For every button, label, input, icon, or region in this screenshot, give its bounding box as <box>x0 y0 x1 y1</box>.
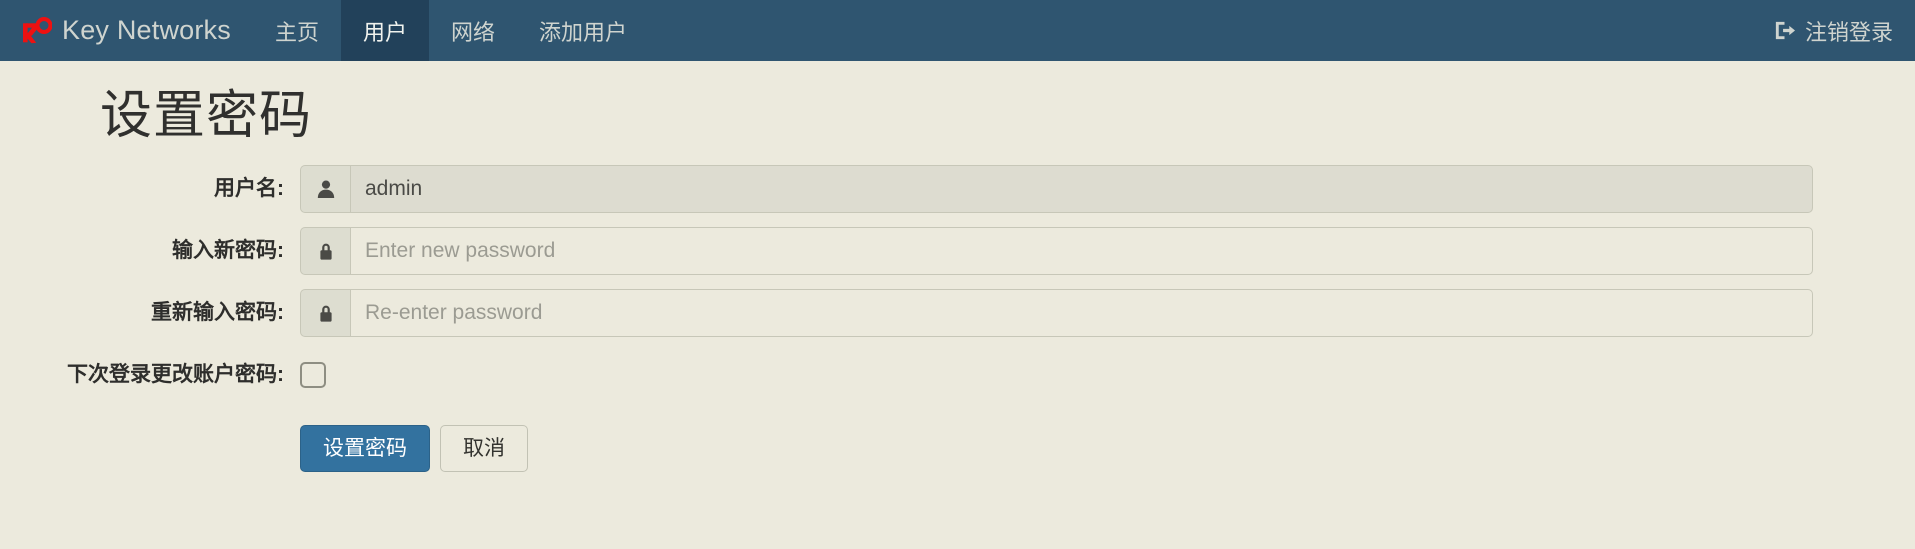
form-row-new-password: 输入新密码: <box>0 226 1915 275</box>
lock-icon <box>300 288 350 337</box>
nav-item-users[interactable]: 用户 <box>340 0 429 61</box>
page-content: 设置密码 用户名: 输入新密码: <box>0 61 1915 472</box>
actions-control: 设置密码 取消 <box>300 413 1915 472</box>
logout-label: 注销登录 <box>1804 19 1893 45</box>
nav-item-network[interactable]: 网络 <box>429 0 517 61</box>
change-next-login-control <box>300 351 1915 388</box>
confirm-password-control <box>300 288 1915 337</box>
set-password-button[interactable]: 设置密码 <box>300 424 430 472</box>
key-logo-icon <box>18 16 52 45</box>
form-row-actions: 设置密码 取消 <box>0 413 1915 472</box>
username-input[interactable] <box>350 164 1813 213</box>
confirm-password-input-group <box>300 288 1813 337</box>
nav-items: 主页 用户 网络 添加用户 <box>253 0 649 61</box>
brand-link[interactable]: Key Networks <box>0 0 253 61</box>
user-icon <box>300 164 350 213</box>
cancel-button[interactable]: 取消 <box>440 424 528 472</box>
form-row-username: 用户名: <box>0 164 1915 213</box>
username-control <box>300 164 1915 213</box>
set-password-form: 用户名: 输入新密码: <box>0 164 1915 472</box>
button-row: 设置密码 取消 <box>300 413 1813 472</box>
confirm-password-label: 重新输入密码: <box>151 300 284 324</box>
change-next-login-label: 下次登录更改账户密码: <box>67 362 284 386</box>
change-next-login-checkbox[interactable] <box>300 361 326 388</box>
lock-icon <box>300 226 350 275</box>
username-label: 用户名: <box>214 176 284 200</box>
new-password-control <box>300 226 1915 275</box>
page-title: 设置密码 <box>100 87 313 145</box>
form-row-confirm-password: 重新输入密码: <box>0 288 1915 337</box>
new-password-input-group <box>300 226 1813 275</box>
sign-out-icon <box>1773 19 1796 42</box>
form-row-change-next-login: 下次登录更改账户密码: <box>0 351 1915 399</box>
navbar-right: 注销登录 <box>1773 0 1915 61</box>
confirm-password-input[interactable] <box>350 288 1813 337</box>
new-password-input[interactable] <box>350 226 1813 275</box>
brand-label: Key Networks <box>62 15 231 45</box>
nav-item-add-user[interactable]: 添加用户 <box>517 0 649 61</box>
username-input-group <box>300 164 1813 213</box>
nav-item-home[interactable]: 主页 <box>253 0 341 61</box>
new-password-label: 输入新密码: <box>172 238 284 262</box>
top-navbar: Key Networks 主页 用户 网络 添加用户 注销登录 <box>0 0 1915 61</box>
logout-link[interactable]: 注销登录 <box>1773 15 1893 47</box>
